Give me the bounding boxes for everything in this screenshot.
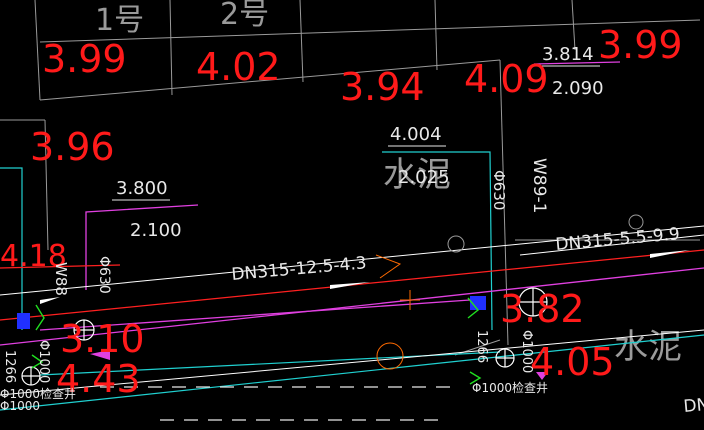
well-label-d7: Φ1000 <box>0 399 40 413</box>
building-label-2: 2号 <box>220 0 269 32</box>
level-c-top: 3.800 <box>116 178 168 199</box>
well-label-d3: Φ1000检查井 <box>472 380 548 395</box>
well-diameter-2: Φ630 <box>96 256 112 294</box>
pipe-label-edge: DN <box>683 395 704 417</box>
well-diameter-9: 1266 <box>2 350 17 383</box>
well-label-w88: W88 <box>52 262 70 296</box>
level-b-top: 4.004 <box>390 124 442 145</box>
well-diameter-5: Φ1000 <box>36 340 51 383</box>
elevation-e6: 3.96 <box>30 125 115 169</box>
well-diameter-1: Φ630 <box>490 170 508 210</box>
level-c-bottom: 2.100 <box>130 220 182 241</box>
elevation-e5: 3.99 <box>598 23 683 67</box>
well-diameter-6: Φ1000 <box>519 330 534 373</box>
elevation-e2: 4.02 <box>196 45 281 89</box>
elevation-e4: 4.09 <box>464 57 549 101</box>
well-label-w89-1: W89-1 <box>529 158 549 213</box>
elevation-e1: 3.99 <box>42 37 127 81</box>
well-diameter-8: 1266 <box>474 330 489 363</box>
level-a-top: 3.814 <box>542 44 594 65</box>
elevation-e8: 3.10 <box>60 317 145 361</box>
dash-lines <box>100 386 460 421</box>
pipe-label-right: DN315-5.5-9.9 <box>555 224 681 255</box>
elevation-e3: 3.94 <box>340 65 425 109</box>
pipe-label-main: DN315-12.5-4.3 <box>231 253 368 285</box>
building-label-1: 1号 <box>95 3 144 38</box>
level-a-bottom: 2.090 <box>552 78 604 99</box>
level-b-bottom: 2.025 <box>398 167 450 188</box>
elevation-e7: 3.82 <box>500 287 585 331</box>
marker-blue-left <box>17 313 30 329</box>
elevation-e11: 4.05 <box>530 340 615 384</box>
cad-drawing-canvas: 1号 2号 水泥 水泥 3.99 4.02 3.94 4.09 3.99 3.9… <box>0 0 704 421</box>
